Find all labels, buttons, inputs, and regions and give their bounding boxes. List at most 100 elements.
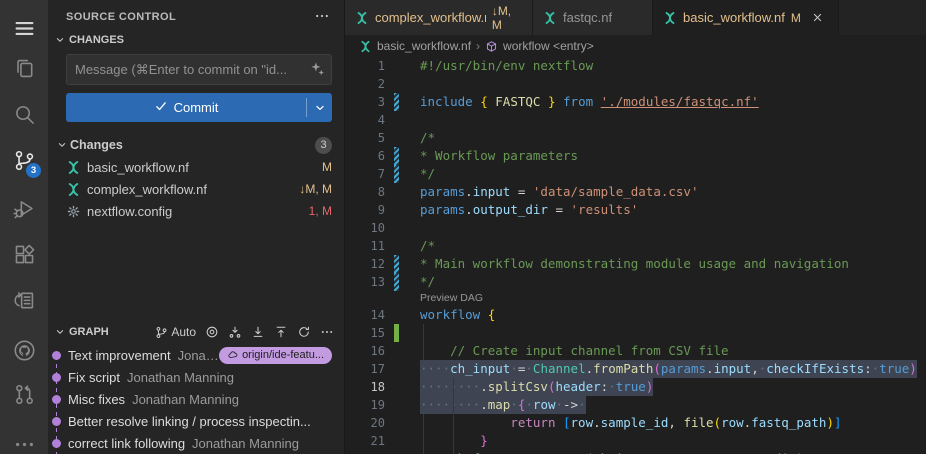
editor-tab-complex_workflow-nf[interactable]: complex_workflow.nf↓M, M — [345, 0, 533, 35]
line-number: 4 — [345, 111, 385, 129]
line-number: 17 — [345, 360, 385, 378]
line-number: 15 — [345, 324, 385, 342]
code-line-7: 7*/ — [345, 165, 926, 183]
changed-file-row[interactable]: nextflow.config1, M — [48, 200, 344, 222]
code-line-content: */ — [420, 165, 435, 183]
more-icon[interactable] — [320, 325, 334, 339]
graph-section-label: GRAPH — [69, 326, 109, 338]
auto-label: Auto — [171, 325, 196, 339]
commit-row[interactable]: Fix scriptJonathan Manning — [48, 366, 344, 388]
breadcrumb-symbol[interactable]: workflow <entry> — [503, 39, 594, 53]
code-editor[interactable]: 1#!/usr/bin/env nextflow23include { FAST… — [345, 57, 926, 454]
git-status-label: M — [322, 160, 332, 174]
line-number: 16 — [345, 342, 385, 360]
commit-row[interactable]: Text improvementJonathan Manningorigin/i… — [48, 344, 344, 366]
code-line-content: ····ch_input·=·Channel.fromPath(params.i… — [420, 360, 917, 378]
commit-row[interactable]: correct link followingJonathan Manning — [48, 432, 344, 454]
chevron-down-icon — [56, 139, 68, 151]
commit-button-label: Commit — [174, 100, 219, 115]
indent-guide — [453, 414, 454, 432]
explorer-icon[interactable] — [0, 48, 48, 88]
changed-file-row[interactable]: basic_workflow.nfM — [48, 156, 344, 178]
source-control-sidebar: SOURCE CONTROL CHANGES Commit Changes 3 … — [48, 0, 345, 454]
fetch-icon[interactable] — [228, 325, 242, 339]
search-icon[interactable] — [0, 94, 48, 134]
line-number: 9 — [345, 201, 385, 219]
sparkle-icon[interactable] — [310, 61, 325, 79]
refresh-icon[interactable] — [297, 325, 311, 339]
commit-button-main[interactable]: Commit — [66, 93, 306, 122]
code-line-4: 4 — [345, 111, 926, 129]
code-line-content: */ — [420, 273, 435, 291]
commit-button[interactable]: Commit — [66, 93, 332, 122]
tab-label: complex_workflow.nf — [375, 10, 486, 25]
sidebar-spacer — [48, 222, 344, 320]
code-line-3: 3include { FASTQC } from './modules/fast… — [345, 93, 926, 111]
line-number: 13 — [345, 273, 385, 291]
code-line-2: 2 — [345, 75, 926, 93]
auto-layout-control[interactable]: Auto — [155, 325, 196, 339]
commit-author: Jonathan Manning — [132, 392, 239, 407]
code-line-content: #!/usr/bin/env nextflow — [420, 57, 593, 75]
codelens-preview-dag[interactable]: Preview DAG — [420, 291, 926, 306]
code-line-content: // Create input channel from CSV file — [420, 342, 729, 360]
close-icon[interactable] — [811, 11, 824, 24]
indent-guide — [423, 432, 424, 450]
code-line-11: 11/* — [345, 237, 926, 255]
commit-dropdown-button[interactable] — [307, 93, 332, 122]
code-line-content: params.output_dir = 'results' — [420, 201, 638, 219]
line-number: 8 — [345, 183, 385, 201]
indent-guide — [423, 324, 424, 342]
commit-row[interactable]: Better resolve linking / process inspect… — [48, 410, 344, 432]
vscode-window: 3 SOURCE CONTROL CHANGES Commit Changes … — [0, 0, 926, 454]
code-line-content: /* — [420, 129, 435, 147]
commit-message: Text improvement — [68, 348, 171, 363]
code-line-22: 22 ch_fastqc = FASTQC(ch_input, params.o… — [345, 450, 926, 454]
more-actions-icon[interactable] — [314, 8, 330, 27]
indent-guide — [453, 450, 454, 454]
git-status-label: 1, M — [309, 204, 332, 218]
code-line-15: 15 — [345, 324, 926, 342]
graph-controls: Auto — [155, 325, 334, 339]
code-line-12: 12* Main workflow demonstrating module u… — [345, 255, 926, 273]
pull-request-icon[interactable] — [0, 374, 48, 414]
changes-section-header[interactable]: CHANGES — [48, 28, 344, 52]
chevron-down-icon — [54, 34, 66, 46]
code-line-content: ········.splitCsv(header:·true) — [420, 378, 653, 396]
github-icon[interactable] — [0, 330, 48, 370]
target-icon[interactable] — [205, 325, 219, 339]
breadcrumb: basic_workflow.nf › workflow <entry> — [345, 35, 926, 57]
editor-tab-fastqc-nf[interactable]: fastqc.nf — [533, 0, 653, 35]
commit-message: Better resolve linking / process inspect… — [68, 414, 311, 429]
changes-tree-header[interactable]: Changes 3 — [48, 134, 344, 156]
changes-count-badge: 3 — [315, 137, 332, 154]
source-control-icon[interactable]: 3 — [0, 140, 48, 180]
editor-tab-bar: complex_workflow.nf↓M, Mfastqc.nfbasic_w… — [345, 0, 926, 35]
indent-guide — [423, 414, 424, 432]
run-debug-icon[interactable] — [0, 188, 48, 228]
line-number: 2 — [345, 75, 385, 93]
extensions-icon[interactable] — [0, 234, 48, 274]
line-number: 14 — [345, 306, 385, 324]
commit-message-input[interactable] — [66, 54, 332, 85]
code-line-13: 13 */ — [345, 273, 926, 291]
graph-section-header[interactable]: GRAPH Auto — [48, 320, 344, 344]
push-icon[interactable] — [274, 325, 288, 339]
line-number: 21 — [345, 432, 385, 450]
commit-author: Jonathan Manning — [127, 370, 234, 385]
references-icon[interactable] — [0, 280, 48, 320]
git-modified-gutter-icon — [394, 255, 399, 273]
breadcrumb-file[interactable]: basic_workflow.nf — [377, 39, 471, 53]
more-icon[interactable] — [0, 424, 48, 454]
pull-icon[interactable] — [251, 325, 265, 339]
nextflow-icon — [663, 11, 677, 25]
nextflow-icon — [355, 11, 369, 25]
changed-files-list: basic_workflow.nfMcomplex_workflow.nf↓M,… — [48, 156, 344, 222]
commit-dot-icon — [52, 373, 61, 382]
editor-tab-basic_workflow-nf[interactable]: basic_workflow.nfM — [653, 0, 839, 35]
git-added-gutter-icon — [394, 324, 399, 342]
commit-row[interactable]: Misc fixesJonathan Manning — [48, 388, 344, 410]
code-line-20: 20 return [row.sample_id, file(row.fastq… — [345, 414, 926, 432]
menu-icon[interactable] — [0, 8, 48, 48]
changed-file-row[interactable]: complex_workflow.nf↓M, M — [48, 178, 344, 200]
